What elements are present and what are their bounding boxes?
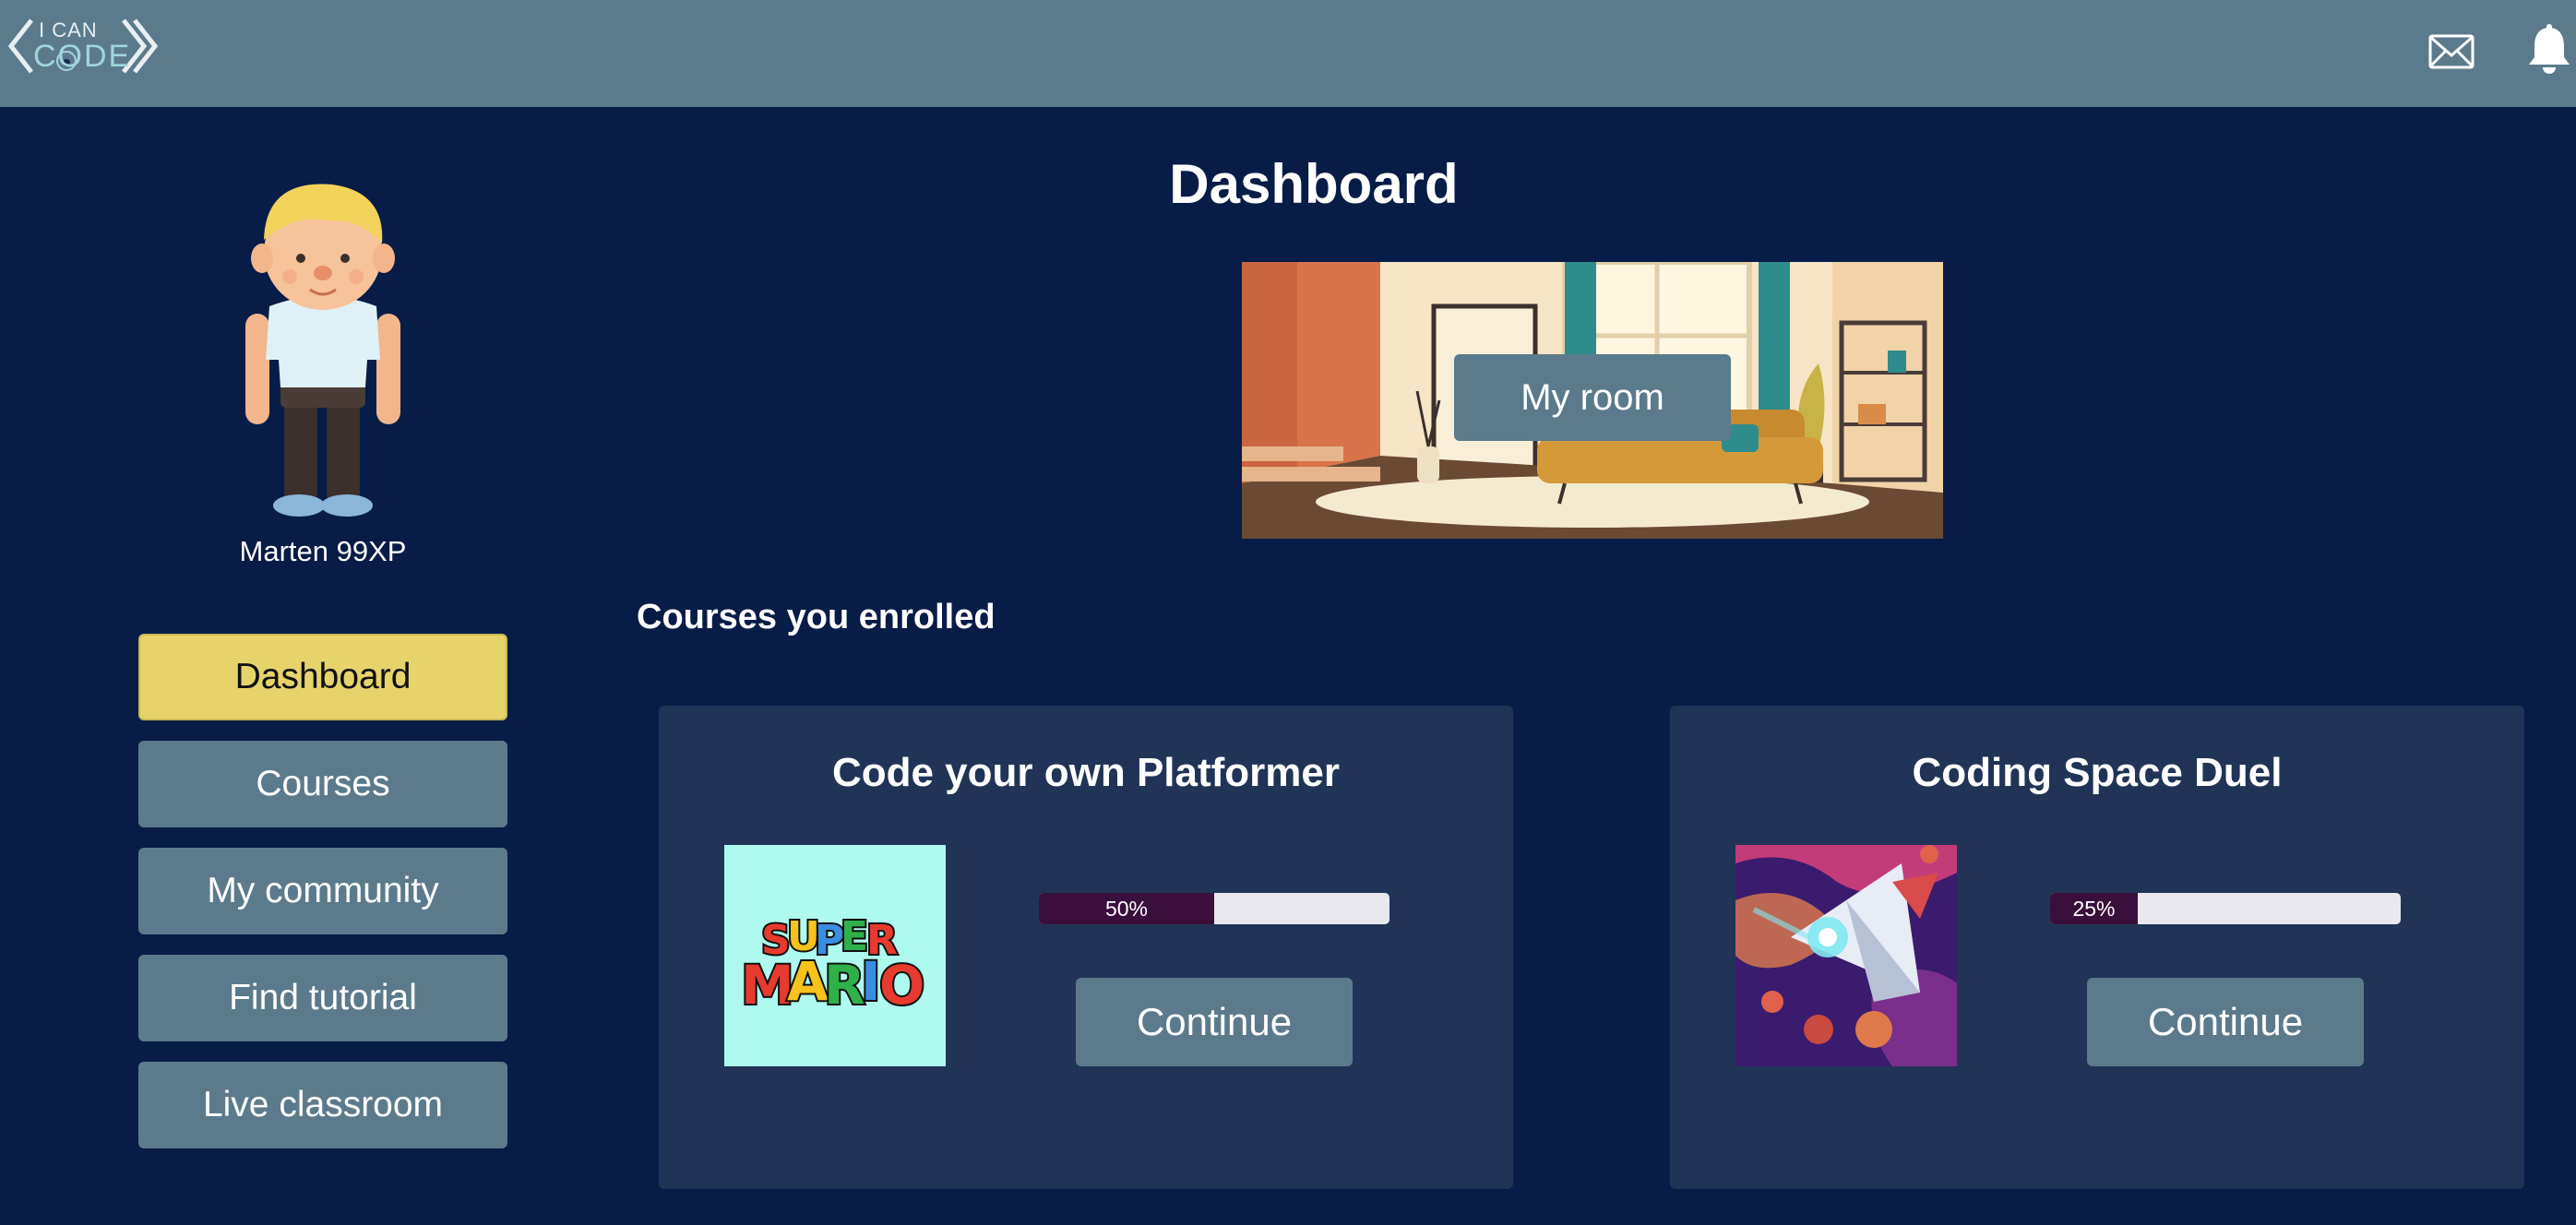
- progress-fill: 25%: [2050, 893, 2138, 924]
- logo-line2: CODE: [33, 39, 132, 74]
- i-can-code-logo[interactable]: I CAN CODE: [6, 17, 162, 77]
- my-room-button[interactable]: My room: [1454, 354, 1731, 441]
- course-card: Coding Space Duel 25% Continue: [1670, 706, 2524, 1189]
- space-ship-thumbnail[interactable]: [1735, 845, 1957, 1066]
- nav-live-classroom[interactable]: Live classroom: [138, 1062, 507, 1148]
- nav-courses[interactable]: Courses: [138, 741, 507, 827]
- svg-text:I: I: [861, 950, 881, 1013]
- progress-bar: 25%: [2050, 893, 2401, 924]
- courses-section-title: Courses you enrolled: [637, 598, 996, 636]
- super-mario-thumbnail[interactable]: S U P E R M A R I O: [724, 845, 946, 1066]
- user-name: Marten 99XP: [239, 535, 407, 567]
- bell-icon[interactable]: [2526, 24, 2572, 76]
- progress-bar: 50%: [1039, 893, 1389, 924]
- continue-button[interactable]: Continue: [1076, 978, 1353, 1066]
- top-bar: I CAN CODE: [0, 0, 2576, 107]
- nav-dashboard[interactable]: Dashboard: [138, 634, 507, 720]
- course-title: Coding Space Duel: [1912, 750, 2283, 795]
- continue-button[interactable]: Continue: [2087, 978, 2364, 1066]
- avatar[interactable]: [242, 175, 404, 526]
- svg-text:O: O: [879, 954, 924, 1017]
- course-title: Code your own Platformer: [831, 750, 1341, 795]
- svg-text:R: R: [824, 954, 865, 1017]
- course-card: Code your own Platformer S U P E R M A R…: [659, 706, 1513, 1189]
- page-title: Dashboard: [1169, 153, 1459, 215]
- mail-icon[interactable]: [2428, 33, 2475, 70]
- svg-text:A: A: [787, 950, 829, 1013]
- progress-fill: 50%: [1039, 893, 1214, 924]
- nav-my-community[interactable]: My community: [138, 848, 507, 934]
- nav-find-tutorial[interactable]: Find tutorial: [138, 955, 507, 1041]
